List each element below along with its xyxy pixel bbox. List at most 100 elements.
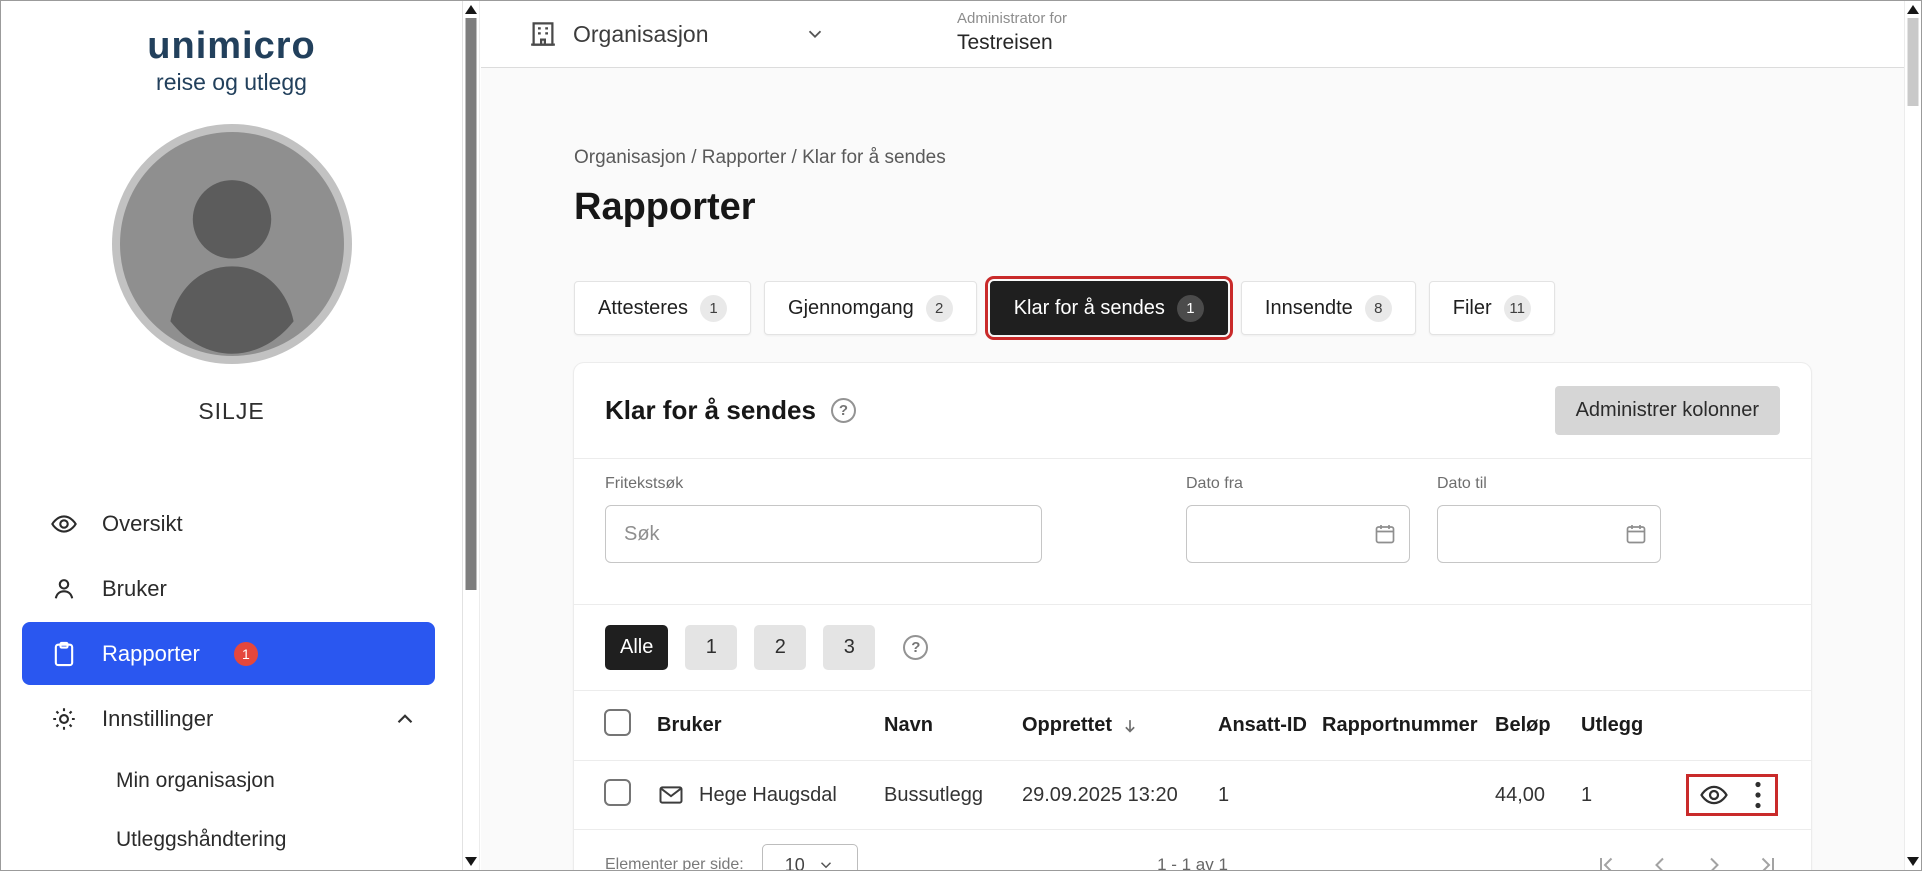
filter-chip-alle[interactable]: Alle (605, 625, 668, 670)
cell-navn: Bussutlegg (884, 784, 1022, 807)
tab-innsendte[interactable]: Innsendte 8 (1241, 281, 1416, 335)
sidebar-item-innstillinger[interactable]: Innstillinger (1, 686, 462, 751)
tab-label: Klar for å sendes (1014, 297, 1165, 320)
column-header-opprettet[interactable]: Opprettet (1022, 714, 1218, 737)
column-header-bruker[interactable]: Bruker (657, 714, 884, 737)
tab-badge: 1 (1177, 295, 1204, 322)
column-header-label: Opprettet (1022, 714, 1112, 737)
sidebar-nav: Oversikt Bruker Rapporter 1 Innstilling (1, 491, 462, 869)
column-header-rapportnummer[interactable]: Rapportnummer (1322, 714, 1495, 737)
cell-belop: 44,00 (1495, 784, 1581, 807)
table-row[interactable]: Hege Haugsdal Bussutlegg 29.09.2025 13:2… (574, 760, 1811, 830)
tab-attesteres[interactable]: Attesteres 1 (574, 281, 751, 335)
scroll-down-arrow-icon[interactable] (1907, 857, 1919, 866)
tab-badge: 11 (1504, 295, 1531, 322)
filter-chip-2[interactable]: 2 (754, 625, 806, 670)
date-from-field: Dato fra (1186, 475, 1410, 563)
filter-chip-3[interactable]: 3 (823, 625, 875, 670)
card-title: Klar for å sendes (605, 395, 816, 426)
logo-tagline: reise og utlegg (1, 69, 462, 96)
row-user-name: Hege Haugsdal (699, 784, 837, 807)
column-header-utlegg[interactable]: Utlegg (1581, 714, 1664, 737)
first-page-icon[interactable] (1594, 853, 1618, 871)
building-icon (528, 19, 558, 49)
org-selector[interactable]: Organisasjon (528, 19, 826, 49)
tab-gjennomgang[interactable]: Gjennomgang 2 (764, 281, 977, 335)
date-to-input[interactable] (1437, 505, 1661, 563)
clipboard-icon (50, 640, 78, 668)
avatar (112, 124, 352, 364)
sidebar-item-oversikt[interactable]: Oversikt (1, 491, 462, 556)
mail-icon (657, 781, 685, 809)
filters: Fritekstsøk Dato fra Dato til (574, 458, 1811, 604)
chips-help-icon[interactable]: ? (903, 635, 928, 660)
next-page-icon[interactable] (1702, 853, 1726, 871)
user-icon (50, 575, 78, 603)
view-report-icon[interactable] (1699, 780, 1729, 810)
sidebar-scrollbar[interactable] (462, 1, 480, 870)
date-from-label: Dato fra (1186, 475, 1410, 495)
tab-klar-for-a-sendes[interactable]: Klar for å sendes 1 (990, 281, 1228, 335)
table-footer: Elementer per side: 10 1 - 1 av 1 (574, 830, 1811, 871)
sidebar-item-label: Innstillinger (102, 706, 213, 732)
sidebar-subitem-utleggshandtering[interactable]: Utleggshåndtering (1, 810, 462, 869)
breadcrumb[interactable]: Organisasjon / Rapporter / Klar for å se… (574, 147, 1906, 169)
tab-filer[interactable]: Filer 11 (1429, 281, 1555, 335)
admin-for-label: Administrator for (957, 10, 1067, 27)
tab-badge: 8 (1365, 295, 1392, 322)
tab-label: Gjennomgang (788, 297, 914, 320)
scroll-up-arrow-icon[interactable] (465, 5, 477, 14)
select-all-checkbox[interactable] (604, 709, 631, 736)
manage-columns-button[interactable]: Administrer kolonner (1555, 386, 1780, 435)
per-page-label: Elementer per side: (605, 856, 744, 871)
sidebar: unimicro reise og utlegg SILJE Oversikt (1, 1, 462, 870)
scrollbar-thumb[interactable] (1908, 18, 1919, 106)
last-page-icon[interactable] (1756, 853, 1780, 871)
chevron-down-icon (804, 23, 826, 45)
tab-label: Innsendte (1265, 297, 1353, 320)
filter-chip-1[interactable]: 1 (685, 625, 737, 670)
date-from-input[interactable] (1186, 505, 1410, 563)
column-header-navn[interactable]: Navn (884, 714, 1022, 737)
pagination-range: 1 - 1 av 1 (1157, 855, 1228, 871)
cell-actions (1664, 774, 1811, 816)
column-header-ansatt-id[interactable]: Ansatt-ID (1218, 714, 1322, 737)
reports-card: Klar for å sendes ? Administrer kolonner… (574, 363, 1811, 871)
help-icon[interactable]: ? (831, 398, 856, 423)
cell-ansatt-id: 1 (1218, 784, 1322, 807)
row-checkbox[interactable] (604, 779, 631, 806)
prev-page-icon[interactable] (1648, 853, 1672, 871)
tab-label: Filer (1453, 297, 1492, 320)
sidebar-item-rapporter[interactable]: Rapporter 1 (22, 622, 435, 685)
date-to-field: Dato til (1437, 475, 1661, 563)
tabs: Attesteres 1 Gjennomgang 2 Klar for å se… (574, 281, 1906, 335)
cell-utlegg: 1 (1581, 784, 1664, 807)
tab-badge: 1 (700, 295, 727, 322)
more-options-icon[interactable] (1751, 780, 1765, 810)
scroll-up-arrow-icon[interactable] (1907, 5, 1919, 14)
search-input[interactable] (605, 505, 1042, 563)
per-page-select[interactable]: 10 (762, 844, 858, 871)
sidebar-subnav: Min organisasjon Utleggshåndtering (1, 751, 462, 869)
sidebar-subitem-min-organisasjon[interactable]: Min organisasjon (1, 751, 462, 810)
tab-badge: 2 (926, 295, 953, 322)
main-area: Organisasjon Administrator for Testreise… (481, 1, 1906, 870)
column-header-belop[interactable]: Beløp (1495, 714, 1581, 737)
chevron-down-icon (817, 856, 835, 871)
sidebar-item-bruker[interactable]: Bruker (1, 556, 462, 621)
sidebar-item-label: Rapporter (102, 641, 200, 667)
rapporter-count-badge: 1 (234, 642, 258, 666)
page-scrollbar[interactable] (1904, 1, 1921, 870)
scroll-down-arrow-icon[interactable] (465, 857, 477, 866)
cell-opprettet: 29.09.2025 13:20 (1022, 784, 1218, 807)
logo-wordmark: unimicro (1, 25, 462, 68)
search-field: Fritekstsøk (605, 475, 1042, 563)
pager (1594, 853, 1780, 871)
chevron-up-icon[interactable] (392, 706, 418, 732)
app-window: unimicro reise og utlegg SILJE Oversikt (0, 0, 1922, 871)
admin-org-name: Testreisen (957, 31, 1067, 55)
page-title: Rapporter (574, 185, 1906, 229)
org-selector-label: Organisasjon (573, 21, 709, 48)
sort-descending-icon (1120, 716, 1140, 736)
scrollbar-thumb[interactable] (466, 18, 477, 590)
